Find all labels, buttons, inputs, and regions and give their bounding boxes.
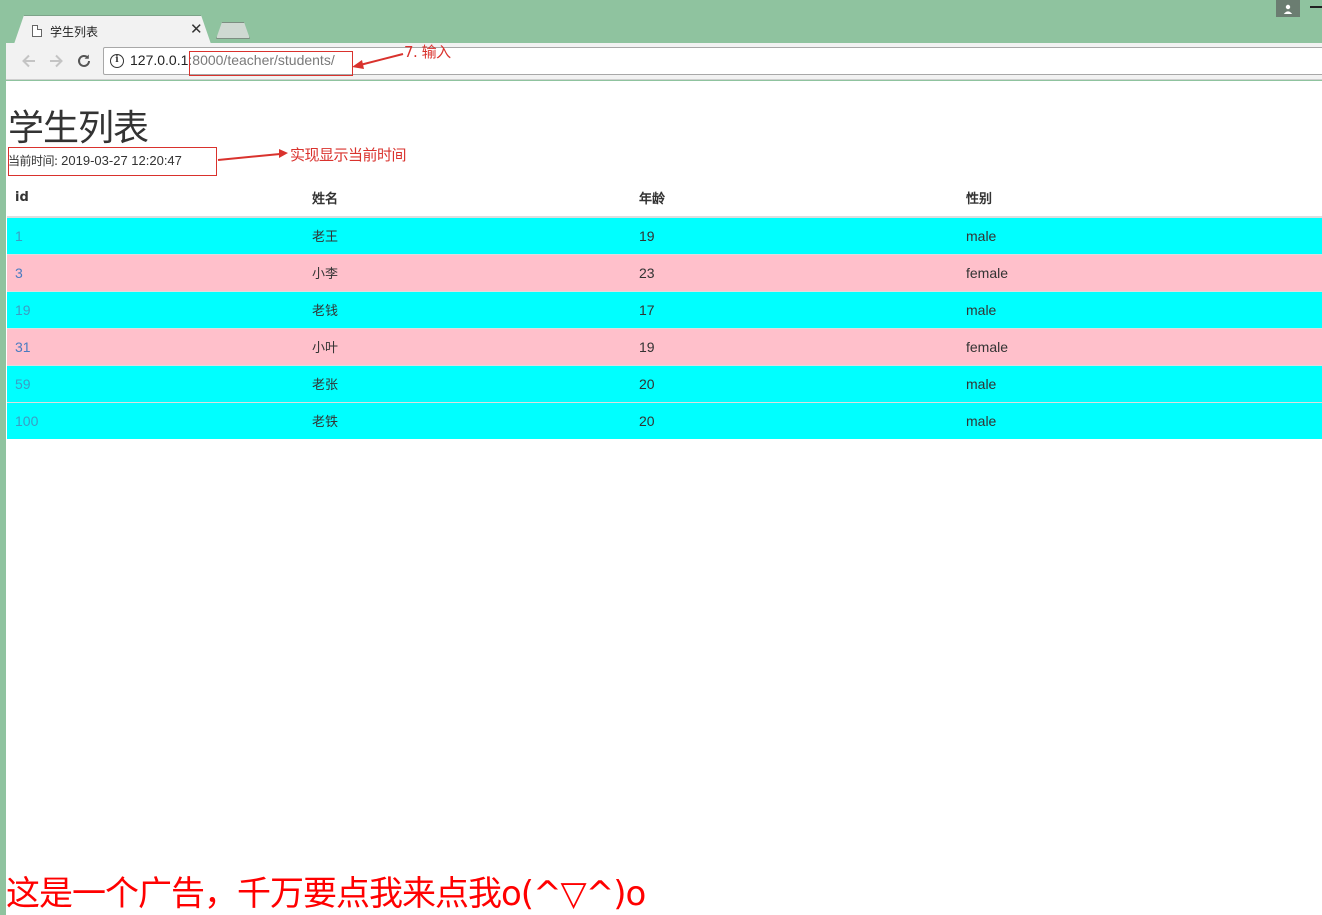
column-header-name: 姓名 — [304, 179, 631, 218]
column-header-age: 年龄 — [631, 179, 958, 218]
url-text: 127.0.0.1:8000/teacher/students/ — [130, 52, 335, 68]
page-viewport: 学生列表 当前时间: 2019-03-27 12:20:47 id 姓名 年龄 … — [6, 81, 1322, 915]
cell-id: 3 — [7, 253, 304, 291]
table-row: 3 小李 23 female — [7, 253, 1322, 291]
student-id-link[interactable]: 59 — [15, 376, 31, 392]
reload-icon[interactable] — [75, 52, 93, 70]
cell-age: 20 — [631, 364, 958, 402]
cell-id: 1 — [7, 216, 304, 254]
column-header-id: id — [7, 179, 304, 218]
cell-gender: male — [958, 401, 1322, 439]
column-header-gender: 性别 — [958, 179, 1322, 218]
ad-banner[interactable]: 这是一个广告，千万要点我来点我o(^▽^)o — [6, 866, 646, 915]
student-id-link[interactable]: 100 — [15, 413, 38, 429]
browser-tab-active[interactable]: 学生列表 ✕ — [14, 15, 211, 44]
new-tab-button[interactable] — [216, 22, 250, 39]
student-id-link[interactable]: 1 — [15, 228, 23, 244]
current-time: 当前时间: 2019-03-27 12:20:47 — [8, 152, 182, 169]
url-path: :8000/teacher/students/ — [188, 52, 335, 68]
tab-strip: 学生列表 ✕ — [0, 0, 1322, 44]
student-id-link[interactable]: 31 — [15, 339, 31, 355]
table-row: 19 老钱 17 male — [7, 290, 1322, 328]
cell-name: 小李 — [304, 253, 631, 291]
students-table: id 姓名 年龄 性别 1 老王 19 male 3 小李 23 female 19 老钱 17 ma… — [7, 179, 1322, 439]
cell-name: 老钱 — [304, 290, 631, 328]
cell-age: 19 — [631, 327, 958, 365]
cell-gender: female — [958, 327, 1322, 365]
cell-gender: male — [958, 216, 1322, 254]
cell-gender: male — [958, 290, 1322, 328]
student-id-link[interactable]: 19 — [15, 302, 31, 318]
url-host: 127.0.0.1 — [130, 52, 189, 68]
page-title: 学生列表 — [8, 108, 149, 149]
tab-title: 学生列表 — [50, 25, 99, 39]
cell-gender: female — [958, 253, 1322, 291]
profile-icon[interactable] — [1276, 0, 1300, 17]
current-time-value: 2019-03-27 12:20:47 — [61, 153, 182, 168]
student-id-link[interactable]: 3 — [15, 265, 23, 281]
cell-name: 老张 — [304, 364, 631, 402]
cell-age: 23 — [631, 253, 958, 291]
current-time-label: 当前时间: — [8, 154, 58, 168]
cell-name: 老铁 — [304, 401, 631, 439]
cell-age: 20 — [631, 401, 958, 439]
address-bar[interactable]: i 127.0.0.1:8000/teacher/students/ — [103, 47, 1322, 75]
cell-id: 59 — [7, 364, 304, 402]
table-row: 59 老张 20 male — [7, 364, 1322, 402]
cell-name: 老王 — [304, 216, 631, 254]
table-row: 31 小叶 19 female — [7, 327, 1322, 365]
cell-name: 小叶 — [304, 327, 631, 365]
minimize-icon[interactable] — [1310, 6, 1322, 8]
cell-id: 31 — [7, 327, 304, 365]
back-arrow-icon[interactable] — [20, 52, 38, 70]
browser-toolbar: i 127.0.0.1:8000/teacher/students/ — [6, 43, 1322, 80]
cell-gender: male — [958, 364, 1322, 402]
table-header-row: id 姓名 年龄 性别 — [7, 179, 1322, 218]
close-icon[interactable]: ✕ — [190, 21, 203, 37]
table-row: 1 老王 19 male — [7, 216, 1322, 254]
cell-id: 19 — [7, 290, 304, 328]
table-row: 100 老铁 20 male — [7, 401, 1322, 439]
cell-id: 100 — [7, 401, 304, 439]
forward-arrow-icon[interactable] — [47, 52, 65, 70]
cell-age: 17 — [631, 290, 958, 328]
info-icon[interactable]: i — [110, 54, 124, 68]
page-icon — [32, 25, 42, 37]
cell-age: 19 — [631, 216, 958, 254]
